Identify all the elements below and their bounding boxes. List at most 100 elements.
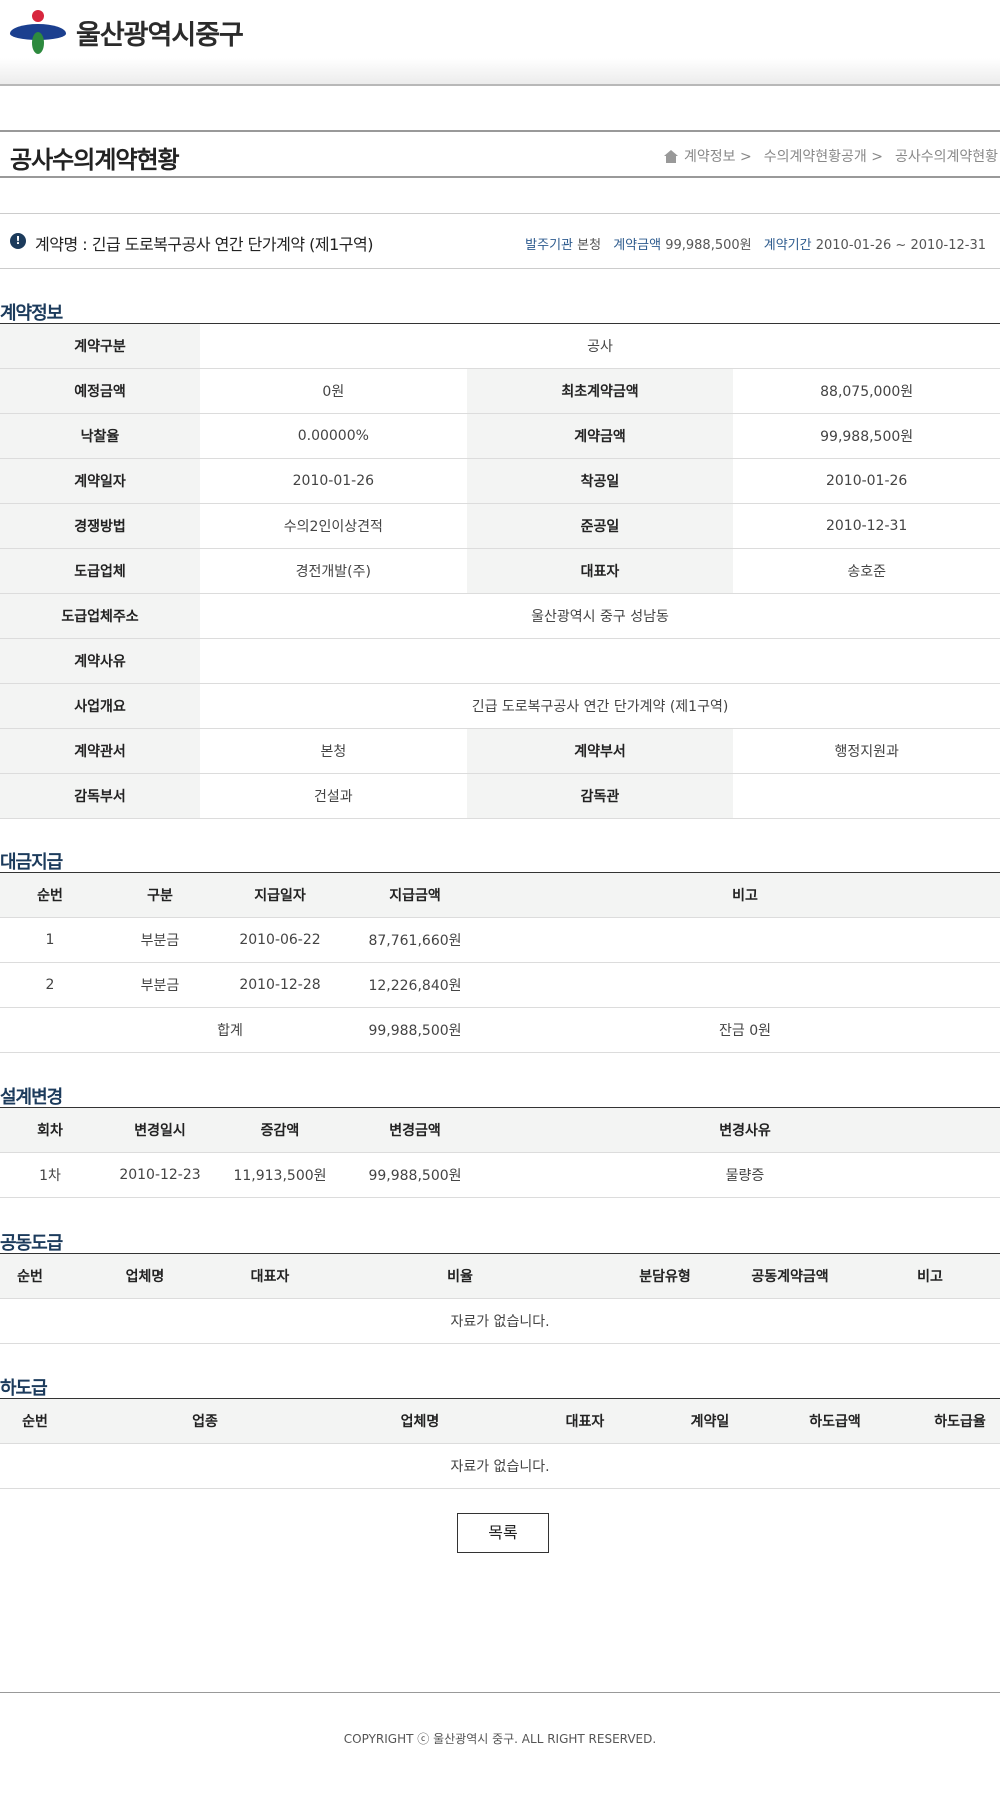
breadcrumb-item[interactable]: 공사수의계약현황: [895, 146, 998, 166]
cell: 87,761,660원: [340, 917, 490, 963]
column-header: 변경금액: [340, 1107, 490, 1153]
summary-value: 긴급 도로복구공사 연간 단가계약 (제1구역): [200, 683, 1000, 729]
competition-label: 경쟁방법: [0, 503, 200, 549]
period-value: 2010-01-26 ~ 2010-12-31: [815, 238, 986, 253]
ordering-value: 본청: [577, 238, 602, 253]
logo-emblem-icon: [10, 10, 66, 54]
column-header: 구분: [100, 872, 220, 918]
contract-amount-label: 계약금액: [466, 413, 734, 459]
breadcrumb: 계약정보 > 수의계약현황공개 > 공사수의계약현황: [664, 146, 998, 166]
breadcrumb-item[interactable]: 계약정보 >: [684, 146, 752, 166]
cell: 99,988,500원: [340, 1152, 490, 1198]
bid-rate-label: 낙찰율: [0, 413, 200, 459]
contract-type-value: 공사: [200, 323, 1000, 369]
empty-row: 자료가 없습니다.: [0, 1298, 1000, 1344]
cell: 2010-12-28: [220, 962, 340, 1008]
contract-meta: 발주기관 본청 계약금액 99,988,500원 계약기간 2010-01-26…: [517, 234, 986, 253]
column-header: 지급금액: [340, 872, 490, 918]
section-title-payment: 대금지급: [0, 852, 63, 873]
total-row: 합계 99,988,500원 잔금 0원: [0, 1007, 1000, 1053]
cell: 2010-06-22: [220, 917, 340, 963]
payment-table: 순번 구분 지급일자 지급금액 비고 1 부분금 2010-06-22 87,7…: [0, 872, 1000, 1053]
column-header: 분담유형: [610, 1253, 720, 1299]
contract-info-table: 계약구분 공사 예정금액 0원 최초계약금액 88,075,000원 낙찰율 0…: [0, 323, 1000, 819]
total-label: 합계: [0, 1007, 340, 1053]
contract-amount-value: 99,988,500원: [733, 413, 1000, 459]
design-change-table: 회차 변경일시 증감액 변경금액 변경사유 1차 2010-12-23 11,9…: [0, 1107, 1000, 1198]
cell: 물량증: [490, 1152, 1000, 1198]
ordering-label: 발주기관: [525, 238, 574, 253]
column-header: 비고: [860, 1253, 1000, 1299]
column-header: 변경사유: [490, 1107, 1000, 1153]
cell: 부분금: [100, 962, 220, 1008]
column-header: 변경일시: [100, 1107, 220, 1153]
page-title: 공사수의계약현황: [10, 146, 180, 174]
amount-label: 계약금액: [613, 238, 662, 253]
supervisor-value: [733, 773, 1000, 819]
super-dept-value: 건설과: [200, 773, 467, 819]
column-header: 순번: [0, 1398, 70, 1444]
list-button[interactable]: 목록: [457, 1513, 549, 1553]
column-header: 대표자: [230, 1253, 310, 1299]
contract-date-value: 2010-01-26: [200, 458, 467, 504]
cell: 1: [0, 917, 100, 963]
joint-contract-table: 순번 업체명 대표자 비율 분담유형 공동계약금액 비고 자료가 없습니다.: [0, 1253, 1000, 1344]
column-header: 대표자: [500, 1398, 670, 1444]
column-header: 하도급율: [920, 1398, 1000, 1444]
column-header: 업체명: [60, 1253, 230, 1299]
office-label: 계약관서: [0, 728, 200, 774]
dept-label: 계약부서: [466, 728, 734, 774]
bid-rate-value: 0.00000%: [200, 413, 467, 459]
contract-date-label: 계약일자: [0, 458, 200, 504]
start-date-value: 2010-01-26: [733, 458, 1000, 504]
est-amount-label: 예정금액: [0, 368, 200, 414]
initial-amount-value: 88,075,000원: [733, 368, 1000, 414]
contractor-value: 경전개발(주): [200, 548, 467, 594]
section-title-design-change: 설계변경: [0, 1087, 63, 1108]
empty-message: 자료가 없습니다.: [0, 1298, 1000, 1344]
address-label: 도급업체주소: [0, 593, 200, 639]
balance: 잔금 0원: [490, 1007, 1000, 1053]
cell: 12,226,840원: [340, 962, 490, 1008]
cell: 2: [0, 962, 100, 1008]
contract-type-label: 계약구분: [0, 323, 200, 369]
table-row: 1차 2010-12-23 11,913,500원 99,988,500원 물량…: [0, 1152, 1000, 1198]
column-header: 회차: [0, 1107, 100, 1153]
completion-label: 준공일: [466, 503, 734, 549]
cell: 1차: [0, 1152, 100, 1198]
summary-label: 사업개요: [0, 683, 200, 729]
dept-value: 행정지원과: [733, 728, 1000, 774]
copyright: COPYRIGHT ⓒ 울산광역시 중구. ALL RIGHT RESERVED…: [343, 1732, 657, 1746]
subcontract-table: 순번 업종 업체명 대표자 계약일 하도급액 하도급율 자료가 없습니다.: [0, 1398, 1000, 1489]
section-title-info: 계약정보: [0, 303, 63, 324]
table-row: 1 부분금 2010-06-22 87,761,660원: [0, 917, 1000, 963]
cell: 2010-12-23: [100, 1152, 220, 1198]
home-icon[interactable]: [664, 149, 679, 163]
est-amount-value: 0원: [200, 368, 467, 414]
column-header: 순번: [0, 872, 100, 918]
table-row: 2 부분금 2010-12-28 12,226,840원: [0, 962, 1000, 1008]
section-title-subcontract: 하도급: [0, 1378, 48, 1399]
column-header: 공동계약금액: [720, 1253, 860, 1299]
start-date-label: 착공일: [466, 458, 734, 504]
column-header: 비율: [310, 1253, 610, 1299]
cell: [490, 917, 1000, 963]
section-title-joint: 공동도급: [0, 1233, 63, 1254]
cell: 11,913,500원: [220, 1152, 340, 1198]
period-label: 계약기간: [763, 238, 812, 253]
ceo-label: 대표자: [466, 548, 734, 594]
office-value: 본청: [200, 728, 467, 774]
empty-row: 자료가 없습니다.: [0, 1443, 1000, 1489]
reason-label: 계약사유: [0, 638, 200, 684]
column-header: 업종: [70, 1398, 340, 1444]
cell: [490, 962, 1000, 1008]
column-header: 하도급액: [750, 1398, 920, 1444]
column-header: 증감액: [220, 1107, 340, 1153]
initial-amount-label: 최초계약금액: [466, 368, 734, 414]
super-dept-label: 감독부서: [0, 773, 200, 819]
logo-text: 울산광역시중구: [76, 19, 244, 51]
contract-summary-bar: ! 계약명 : 긴급 도로복구공사 연간 단가계약 (제1구역) 발주기관 본청…: [0, 213, 1000, 269]
breadcrumb-item[interactable]: 수의계약현황공개 >: [764, 146, 883, 166]
site-logo[interactable]: 울산광역시중구: [10, 10, 244, 54]
site-header: 울산광역시중구: [0, 0, 1000, 86]
